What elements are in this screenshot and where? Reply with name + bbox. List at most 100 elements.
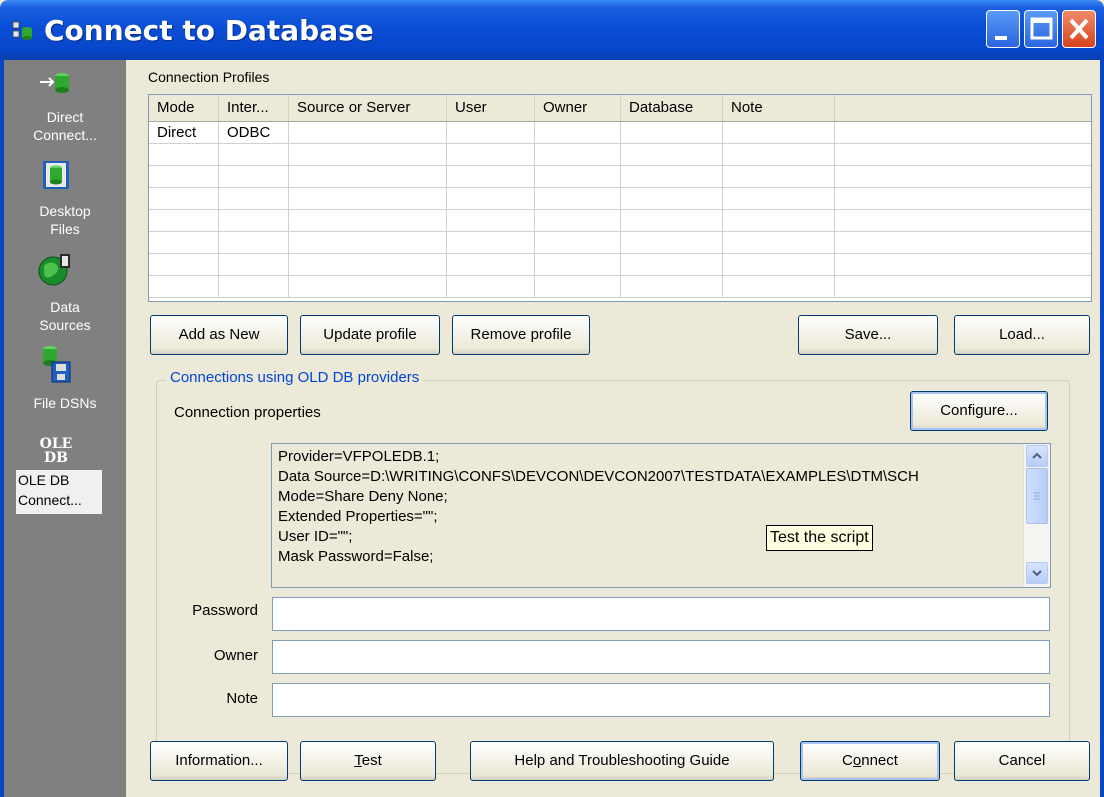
table-cell (621, 122, 723, 144)
load-button[interactable]: Load... (954, 315, 1090, 355)
sidebar-item-label: OLE DB (18, 472, 70, 488)
password-field[interactable] (272, 597, 1050, 631)
property-line: Data Source=D:\WRITING\CONFS\DEVCON\DEVC… (278, 468, 919, 485)
column-header-note[interactable]: Note (723, 95, 835, 121)
table-cell (289, 276, 447, 298)
table-cell (289, 188, 447, 210)
owner-label: Owner (213, 647, 258, 664)
table-cell (219, 232, 289, 254)
table-cell (149, 254, 219, 276)
maximize-button[interactable] (1024, 10, 1058, 48)
property-line: Mask Password=False; (278, 548, 434, 565)
table-cell (289, 210, 447, 232)
oledb-group-title: Connections using OLD DB providers (166, 369, 424, 386)
desktop-files-icon (43, 161, 69, 189)
table-cell (219, 254, 289, 276)
table-cell (447, 232, 535, 254)
property-line: Extended Properties=""; (278, 508, 438, 525)
table-cell (723, 166, 835, 188)
table-cell (149, 276, 219, 298)
table-cell (621, 144, 723, 166)
table-cell (149, 166, 219, 188)
column-header-database[interactable]: Database (621, 95, 723, 121)
connection-properties-text[interactable]: Provider=VFPOLEDB.1; Data Source=D:\WRIT… (271, 443, 1051, 588)
table-cell (621, 210, 723, 232)
test-button-accel: T (354, 752, 362, 769)
owner-field[interactable] (272, 640, 1050, 674)
table-cell (835, 232, 1091, 254)
configure-button[interactable]: Configure... (910, 391, 1048, 431)
table-cell (535, 122, 621, 144)
table-cell (535, 210, 621, 232)
cancel-button[interactable]: Cancel (954, 741, 1090, 781)
help-troubleshooting-button[interactable]: Help and Troubleshooting Guide (470, 741, 774, 781)
table-cell (621, 254, 723, 276)
scroll-up-button[interactable] (1026, 445, 1048, 467)
scroll-thumb[interactable] (1026, 468, 1048, 524)
grip-icon (1034, 492, 1040, 500)
table-cell (835, 144, 1091, 166)
table-cell (447, 144, 535, 166)
connect-button-accel: o (852, 752, 862, 769)
table-cell (723, 276, 835, 298)
table-cell (835, 276, 1091, 298)
sidebar-item-label: File DSNs (33, 395, 97, 411)
column-header-interface[interactable]: Inter... (219, 95, 289, 121)
note-label: Note (226, 690, 258, 707)
table-cell (723, 188, 835, 210)
table-cell (723, 122, 835, 144)
connect-button[interactable]: Connect (800, 741, 940, 781)
scroll-down-button[interactable] (1026, 562, 1048, 584)
sidebar-item-label: Sources (39, 317, 91, 333)
table-cell (621, 166, 723, 188)
table-cell (723, 210, 835, 232)
test-script-tooltip: Test the script (766, 525, 873, 551)
table-cell (535, 166, 621, 188)
test-button[interactable]: Test (300, 741, 436, 781)
connect-button-text: nnect (861, 752, 898, 769)
note-field[interactable] (272, 683, 1050, 717)
table-cell (535, 144, 621, 166)
table-cell (835, 210, 1091, 232)
table-cell (621, 232, 723, 254)
database-app-icon (12, 21, 32, 40)
sidebar-item-label: Connect... (18, 492, 82, 508)
ole-db-icon-text: OLE (39, 436, 73, 452)
table-cell (219, 276, 289, 298)
ole-db-icon-text: DB (44, 450, 68, 466)
remove-profile-button[interactable]: Remove profile (452, 315, 590, 355)
table-cell (535, 232, 621, 254)
column-header-mode[interactable]: Mode (149, 95, 219, 121)
save-button[interactable]: Save... (798, 315, 938, 355)
column-header-filler (835, 95, 1091, 121)
minimize-button[interactable] (986, 10, 1020, 48)
column-header-user[interactable]: User (447, 95, 535, 121)
connection-properties-label: Connection properties (174, 404, 321, 421)
column-header-source[interactable]: Source or Server (289, 95, 447, 121)
add-as-new-button[interactable]: Add as New (150, 315, 288, 355)
table-cell (149, 188, 219, 210)
minimize-icon (995, 36, 1007, 40)
table-cell (289, 166, 447, 188)
chevron-down-icon (1032, 570, 1042, 577)
connection-profiles-grid[interactable]: Mode Inter... Source or Server User Owne… (148, 94, 1092, 302)
close-button[interactable] (1062, 10, 1096, 48)
chevron-up-icon (1032, 452, 1042, 459)
update-profile-button[interactable]: Update profile (300, 315, 440, 355)
table-cell (289, 254, 447, 276)
table-cell (535, 254, 621, 276)
vertical-scrollbar[interactable] (1023, 444, 1050, 587)
connection-profiles-label: Connection Profiles (148, 69, 270, 85)
column-header-owner[interactable]: Owner (535, 95, 621, 121)
sidebar-item-selected: OLE DB Connect... (16, 470, 102, 514)
sidebar-item-label: Files (50, 221, 80, 237)
close-icon (1069, 18, 1089, 40)
title-bar[interactable]: Connect to Database (0, 0, 1104, 60)
file-dsn-icon (43, 346, 71, 383)
table-cell (621, 188, 723, 210)
table-cell (835, 122, 1091, 144)
table-cell (723, 254, 835, 276)
window-frame-right (1100, 60, 1104, 797)
table-cell (219, 210, 289, 232)
information-button[interactable]: Information... (150, 741, 288, 781)
